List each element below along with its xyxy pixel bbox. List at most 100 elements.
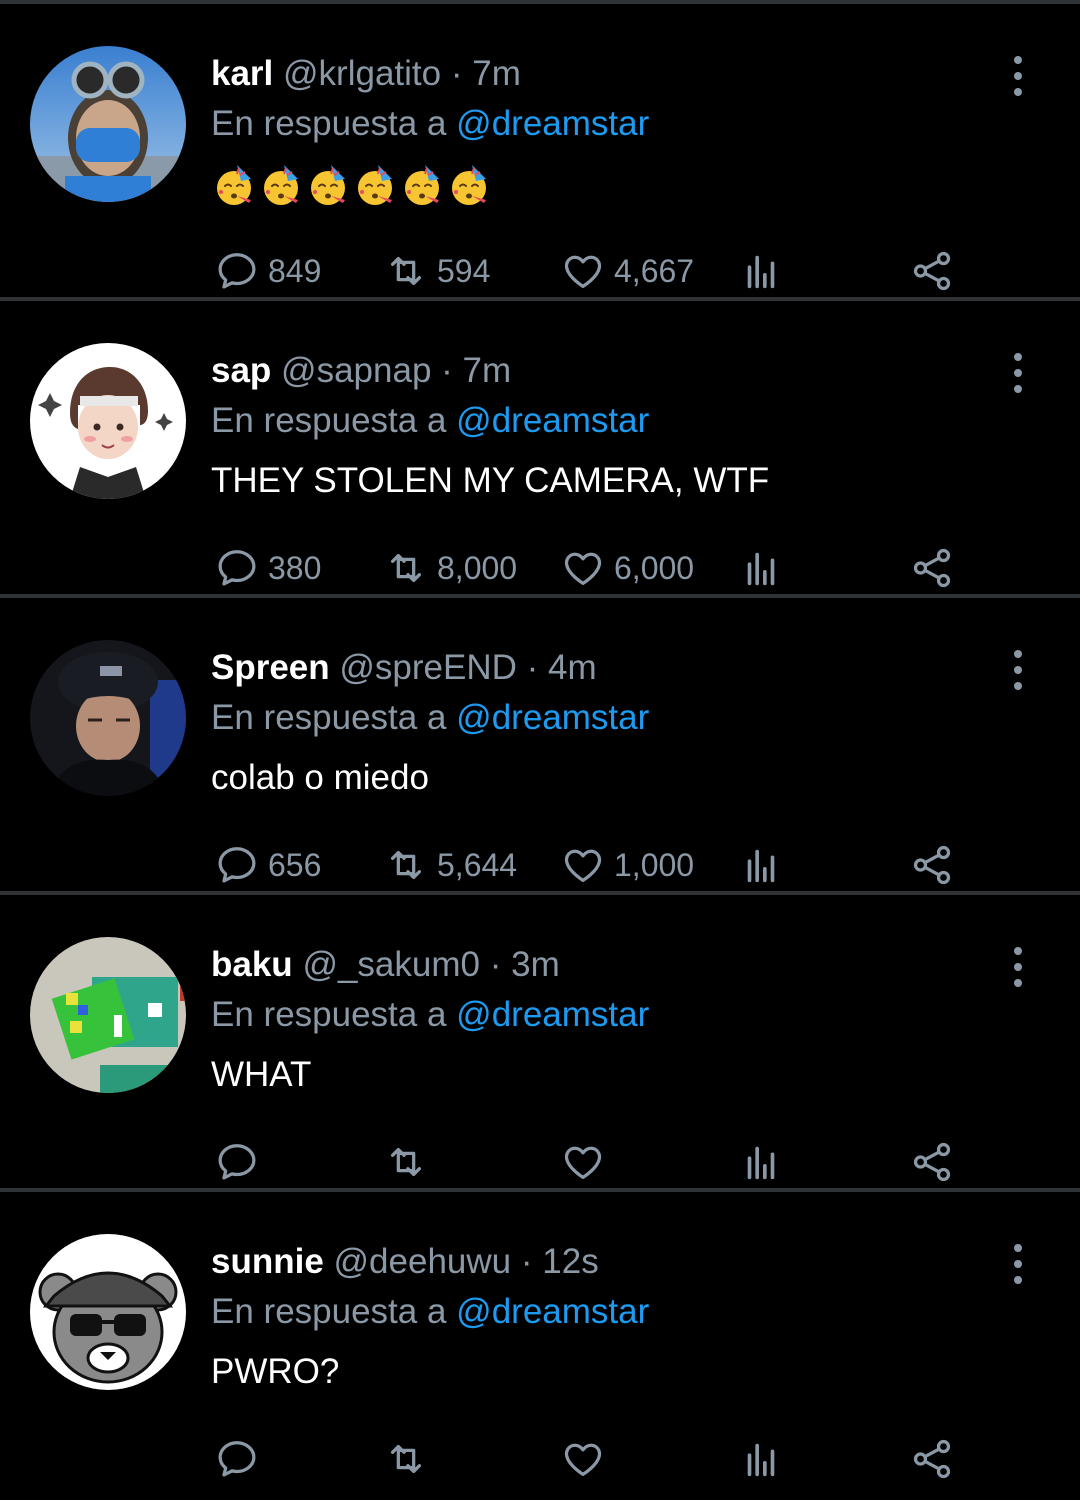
heart-icon — [564, 552, 602, 585]
timestamp[interactable]: 3m — [511, 945, 560, 984]
views-button[interactable] — [738, 1434, 784, 1484]
bar-chart-icon — [747, 1443, 775, 1477]
reply-button[interactable] — [214, 1137, 268, 1187]
avatar[interactable] — [30, 1234, 186, 1390]
retweet-button[interactable] — [383, 1137, 437, 1187]
share-button[interactable] — [909, 543, 955, 593]
user-handle[interactable]: @spreEND — [339, 648, 517, 687]
share-button[interactable] — [909, 246, 955, 296]
tweet[interactable]: Spreen @spreEND · 4m En respuesta a @dre… — [0, 598, 1080, 895]
party-face-emoji — [405, 165, 439, 205]
views-button[interactable] — [738, 543, 784, 593]
more-options-icon[interactable] — [1000, 947, 1036, 987]
timestamp[interactable]: 7m — [472, 54, 521, 93]
avatar-image — [30, 1234, 186, 1390]
reply-count: 380 — [268, 549, 322, 586]
party-face-emoji — [264, 165, 298, 205]
display-name[interactable]: sunnie — [211, 1242, 324, 1281]
retweet-button[interactable]: 8,000 — [383, 543, 517, 593]
action-bar — [0, 1434, 1080, 1484]
retweet-button[interactable] — [383, 1434, 437, 1484]
tweet-header: sap @sapnap · 7m — [211, 351, 511, 391]
user-handle[interactable]: @krlgatito — [283, 54, 441, 93]
timestamp[interactable]: 7m — [463, 351, 512, 390]
reply-prefix: En respuesta a — [211, 401, 447, 440]
user-handle[interactable]: @deehuwu — [334, 1242, 512, 1281]
reply-context: En respuesta a @dreamstar — [211, 1291, 649, 1333]
avatar-image — [30, 343, 186, 499]
separator: · — [441, 351, 453, 390]
display-name[interactable]: baku — [211, 945, 293, 984]
retweet-icon — [390, 850, 422, 880]
display-name[interactable]: sap — [211, 351, 271, 390]
like-button[interactable]: 1,000 — [560, 840, 694, 890]
bar-chart-icon — [747, 552, 775, 586]
party-face-emoji — [452, 165, 486, 205]
like-button[interactable]: 6,000 — [560, 543, 694, 593]
share-button[interactable] — [909, 1434, 955, 1484]
timestamp[interactable]: 12s — [542, 1242, 598, 1281]
like-button[interactable] — [560, 1434, 614, 1484]
more-options-icon[interactable] — [1000, 1244, 1036, 1284]
timestamp[interactable]: 4m — [548, 648, 597, 687]
retweet-icon — [390, 553, 422, 583]
avatar[interactable] — [30, 937, 186, 1093]
heart-icon — [564, 255, 602, 288]
heart-icon — [564, 849, 602, 882]
tweet-header: karl @krlgatito · 7m — [211, 54, 521, 94]
action-bar — [0, 1137, 1080, 1187]
bar-chart-icon — [747, 849, 775, 883]
views-button[interactable] — [738, 246, 784, 296]
tweet[interactable]: karl @krlgatito · 7m En respuesta a @dre… — [0, 4, 1080, 301]
share-icon — [913, 548, 951, 588]
like-button[interactable] — [560, 1137, 614, 1187]
retweet-count: 594 — [437, 252, 491, 289]
tweet[interactable]: baku @_sakum0 · 3m En respuesta a @dream… — [0, 895, 1080, 1192]
reply-button[interactable]: 849 — [214, 246, 321, 296]
mention-link[interactable]: @dreamstar — [456, 401, 649, 440]
tweet-header: baku @_sakum0 · 3m — [211, 945, 560, 985]
retweet-button[interactable]: 5,644 — [383, 840, 517, 890]
avatar[interactable] — [30, 46, 186, 202]
speech-bubble-icon — [218, 1441, 256, 1477]
mention-link[interactable]: @dreamstar — [456, 104, 649, 143]
reply-button[interactable]: 656 — [214, 840, 321, 890]
views-button[interactable] — [738, 1137, 784, 1187]
retweet-icon — [390, 1444, 422, 1474]
mention-link[interactable]: @dreamstar — [456, 995, 649, 1034]
share-button[interactable] — [909, 1137, 955, 1187]
reply-button[interactable]: 380 — [214, 543, 321, 593]
more-options-icon[interactable] — [1000, 56, 1036, 96]
user-handle[interactable]: @_sakum0 — [302, 945, 480, 984]
display-name[interactable]: Spreen — [211, 648, 330, 687]
more-options-icon[interactable] — [1000, 353, 1036, 393]
display-name[interactable]: karl — [211, 54, 273, 93]
user-handle[interactable]: @sapnap — [281, 351, 431, 390]
share-icon — [913, 845, 951, 885]
tweet-text: WHAT — [211, 1055, 312, 1094]
party-face-emoji — [311, 165, 345, 205]
tweet[interactable]: sap @sapnap · 7m En respuesta a @dreamst… — [0, 301, 1080, 598]
reply-feed: karl @krlgatito · 7m En respuesta a @dre… — [0, 4, 1080, 1492]
share-icon — [913, 251, 951, 291]
speech-bubble-icon — [218, 550, 256, 586]
more-options-icon[interactable] — [1000, 650, 1036, 690]
mention-link[interactable]: @dreamstar — [456, 698, 649, 737]
retweet-button[interactable]: 594 — [383, 246, 490, 296]
share-button[interactable] — [909, 840, 955, 890]
like-count: 1,000 — [614, 846, 695, 883]
tweet-header: sunnie @deehuwu · 12s — [211, 1242, 599, 1282]
like-button[interactable]: 4,667 — [560, 246, 694, 296]
reply-context: En respuesta a @dreamstar — [211, 697, 649, 739]
avatar[interactable] — [30, 640, 186, 796]
mention-link[interactable]: @dreamstar — [456, 1292, 649, 1331]
tweet[interactable]: sunnie @deehuwu · 12s En respuesta a @dr… — [0, 1192, 1080, 1492]
views-button[interactable] — [738, 840, 784, 890]
reply-prefix: En respuesta a — [211, 995, 447, 1034]
like-count: 6,000 — [614, 549, 695, 586]
avatar[interactable] — [30, 343, 186, 499]
reply-context: En respuesta a @dreamstar — [211, 400, 649, 442]
separator: · — [520, 1242, 533, 1281]
separator: · — [526, 648, 539, 687]
reply-button[interactable] — [214, 1434, 268, 1484]
